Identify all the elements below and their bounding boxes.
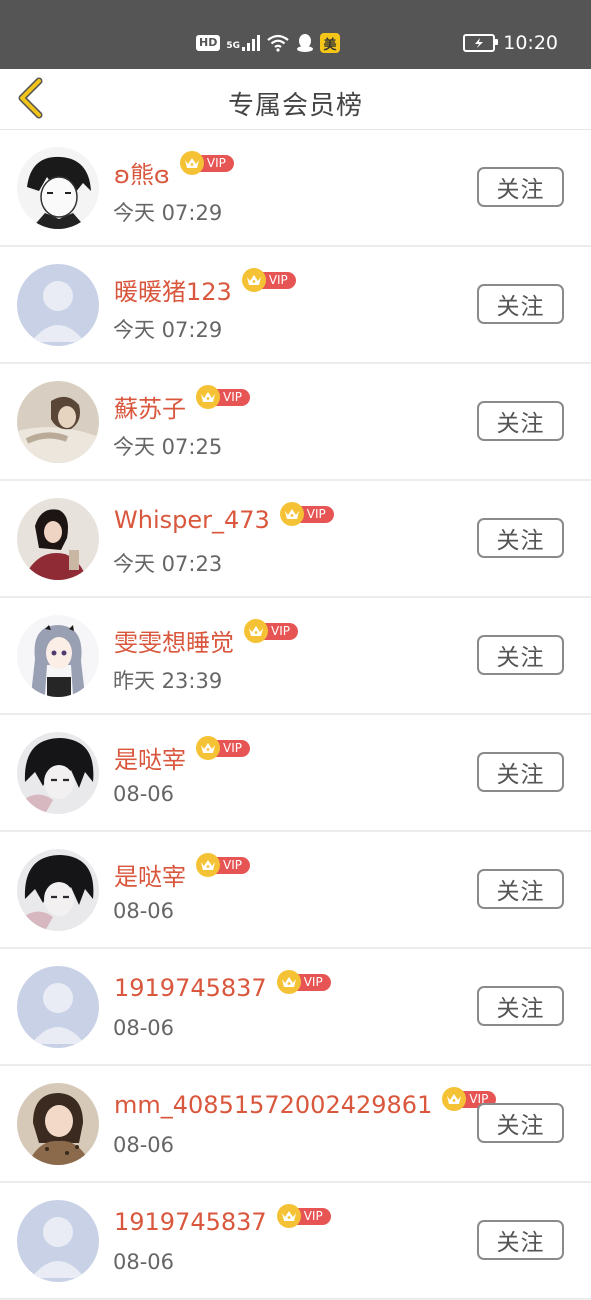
crown-icon bbox=[179, 151, 204, 175]
avatar[interactable] bbox=[17, 381, 99, 463]
crown-icon bbox=[196, 853, 220, 877]
member-row[interactable]: 1919745837 VIP 08-06 关注 bbox=[0, 949, 591, 1066]
status-icons: HD 5G 美 bbox=[196, 31, 340, 55]
member-row[interactable]: 1919745837 VIP 08-06 关注 bbox=[0, 1183, 591, 1300]
avatar[interactable] bbox=[17, 264, 99, 346]
meituan-icon: 美 bbox=[320, 33, 340, 53]
crown-icon bbox=[196, 385, 220, 409]
member-name: Whisper_473 VIP bbox=[114, 502, 334, 534]
signal-icon: 5G bbox=[226, 35, 260, 51]
member-name-text: 是哒宰 bbox=[114, 863, 186, 891]
member-name-text: mm_40851572002429861 bbox=[114, 1091, 433, 1119]
member-list: ʚ熊ɞ VIP 今天 07:29 关注 暖暖猪123 VIP 今天 07:29 关注… bbox=[0, 130, 591, 1300]
avatar[interactable] bbox=[17, 615, 99, 697]
follow-button[interactable]: 关注 bbox=[477, 986, 564, 1026]
follow-button[interactable]: 关注 bbox=[477, 869, 564, 909]
avatar[interactable] bbox=[17, 1083, 99, 1165]
network-type: 5G bbox=[226, 41, 240, 51]
member-row[interactable]: 暖暖猪123 VIP 今天 07:29 关注 bbox=[0, 247, 591, 364]
member-time: 08-06 bbox=[113, 782, 175, 806]
status-bar: HD 5G 美 10:20 bbox=[0, 0, 591, 69]
crown-icon bbox=[244, 619, 268, 643]
member-name-text: ʚ熊ɞ bbox=[114, 161, 170, 189]
crown-icon bbox=[196, 736, 220, 760]
avatar[interactable] bbox=[17, 849, 99, 931]
avatar[interactable] bbox=[17, 1200, 99, 1282]
member-name-text: 是哒宰 bbox=[114, 746, 186, 774]
follow-button[interactable]: 关注 bbox=[477, 1220, 564, 1260]
qq-icon bbox=[297, 34, 313, 52]
vip-badge: VIP bbox=[244, 619, 298, 643]
vip-badge: VIP bbox=[241, 268, 296, 292]
vip-badge: VIP bbox=[196, 736, 250, 760]
crown-icon bbox=[276, 1204, 301, 1228]
member-name: 雯雯想睡觉 VIP bbox=[114, 619, 298, 658]
member-row[interactable]: ʚ熊ɞ VIP 今天 07:29 关注 bbox=[0, 130, 591, 247]
battery-charging-icon bbox=[463, 34, 499, 52]
member-row[interactable]: 雯雯想睡觉 VIP 昨天 23:39 关注 bbox=[0, 598, 591, 715]
member-name: mm_40851572002429861 VIP bbox=[114, 1087, 497, 1119]
page-title: 专属会员榜 bbox=[227, 91, 363, 121]
clock: 10:20 bbox=[503, 32, 558, 54]
avatar[interactable] bbox=[17, 732, 99, 814]
crown-icon bbox=[279, 502, 304, 526]
member-name-text: 暖暖猪123 bbox=[114, 278, 232, 306]
member-time: 今天 07:23 bbox=[113, 552, 223, 576]
vip-badge: VIP bbox=[276, 1204, 331, 1228]
crown-icon bbox=[276, 970, 301, 994]
member-row[interactable]: 是哒宰 VIP 08-06 关注 bbox=[0, 715, 591, 832]
avatar[interactable] bbox=[17, 147, 99, 229]
follow-button[interactable]: 关注 bbox=[477, 284, 564, 324]
follow-button[interactable]: 关注 bbox=[477, 401, 564, 441]
member-time: 08-06 bbox=[113, 1016, 175, 1040]
wifi-icon bbox=[267, 34, 289, 52]
nav-bar: 专属会员榜 bbox=[0, 69, 591, 130]
member-name-text: 雯雯想睡觉 bbox=[114, 629, 234, 657]
member-time: 今天 07:29 bbox=[113, 318, 223, 342]
follow-button[interactable]: 关注 bbox=[477, 518, 564, 558]
member-name-text: 蘇苏子 bbox=[114, 395, 186, 423]
member-name-text: Whisper_473 bbox=[114, 506, 270, 534]
member-name-text: 1919745837 bbox=[114, 974, 267, 1002]
member-row[interactable]: 是哒宰 VIP 08-06 关注 bbox=[0, 832, 591, 949]
follow-button[interactable]: 关注 bbox=[477, 167, 564, 207]
vip-badge: VIP bbox=[196, 853, 250, 877]
crown-icon bbox=[241, 268, 266, 292]
hd-icon: HD bbox=[196, 35, 221, 51]
member-time: 今天 07:29 bbox=[113, 201, 223, 225]
member-name: 1919745837 VIP bbox=[114, 1204, 331, 1236]
vip-badge: VIP bbox=[276, 970, 331, 994]
member-time: 08-06 bbox=[113, 899, 175, 923]
member-time: 08-06 bbox=[113, 1133, 175, 1157]
member-name: 暖暖猪123 VIP bbox=[114, 268, 296, 307]
member-name: ʚ熊ɞ VIP bbox=[114, 151, 234, 190]
follow-button[interactable]: 关注 bbox=[477, 635, 564, 675]
follow-button[interactable]: 关注 bbox=[477, 1103, 564, 1143]
vip-badge: VIP bbox=[279, 502, 334, 526]
member-name: 是哒宰 VIP bbox=[114, 853, 250, 892]
follow-button[interactable]: 关注 bbox=[477, 752, 564, 792]
avatar[interactable] bbox=[17, 498, 99, 580]
vip-badge: VIP bbox=[196, 385, 250, 409]
member-name: 蘇苏子 VIP bbox=[114, 385, 250, 424]
vip-badge: VIP bbox=[179, 151, 234, 175]
member-row[interactable]: 蘇苏子 VIP 今天 07:25 关注 bbox=[0, 364, 591, 481]
avatar[interactable] bbox=[17, 966, 99, 1048]
member-name-text: 1919745837 bbox=[114, 1208, 267, 1236]
member-name: 1919745837 VIP bbox=[114, 970, 331, 1002]
member-name: 是哒宰 VIP bbox=[114, 736, 250, 775]
status-right: 10:20 bbox=[463, 32, 558, 54]
member-row[interactable]: Whisper_473 VIP 今天 07:23 关注 bbox=[0, 481, 591, 598]
member-time: 昨天 23:39 bbox=[113, 669, 223, 693]
member-time: 08-06 bbox=[113, 1250, 175, 1274]
member-row[interactable]: mm_40851572002429861 VIP 08-06 关注 bbox=[0, 1066, 591, 1183]
member-time: 今天 07:25 bbox=[113, 435, 223, 459]
